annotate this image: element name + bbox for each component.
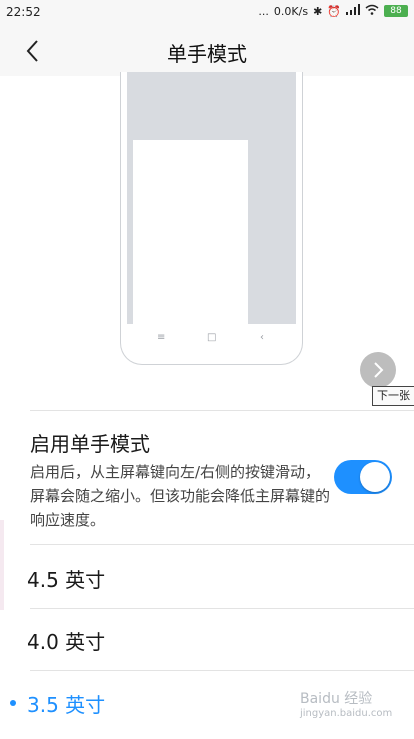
enable-title: 启用单手模式: [30, 432, 150, 456]
watermark-url: jingyan.baidu.com: [300, 708, 393, 719]
bluetooth-icon: ✱: [313, 4, 323, 18]
phone-nav-keys: ≡ □ ‹: [121, 330, 302, 352]
size-option-label: 4.0 英寸: [27, 630, 106, 654]
preview-area: ≡ □ ‹ 下一张: [0, 72, 414, 406]
baidu-watermark: Baidu 经验 jingyan.baidu.com: [300, 688, 410, 732]
next-image-button[interactable]: [360, 352, 396, 388]
chevron-right-icon: [374, 362, 384, 378]
edge-strip: [0, 520, 4, 610]
toggle-knob: [360, 462, 390, 492]
size-option-4-0[interactable]: 4.0 英寸: [0, 608, 414, 670]
enable-description: 启用后，从主屏幕键向左/右侧的按键滑动，屏幕会随之缩小。但该功能会降低主屏幕键的…: [30, 463, 331, 529]
size-option-label: 3.5 英寸: [27, 693, 106, 717]
phone-illustration: ≡ □ ‹: [120, 72, 303, 365]
status-time: 22:52: [6, 5, 41, 19]
status-icons: ... 0.0K/s ✱ ⏰ 88: [258, 4, 408, 18]
signal-icon: [346, 4, 360, 18]
back-key-icon: ‹: [260, 332, 264, 343]
selected-bullet-icon: [10, 700, 16, 706]
next-tooltip: 下一张: [372, 386, 414, 406]
network-speed: 0.0K/s: [273, 4, 309, 18]
phone-screen: [127, 72, 296, 325]
alarm-off-icon: ⏰: [327, 4, 341, 18]
status-bar: 22:52 ... 0.0K/s ✱ ⏰ 88: [0, 0, 414, 26]
app-header: 单手模式: [0, 26, 414, 76]
notification-dots: ...: [258, 4, 269, 18]
size-option-label: 4.5 英寸: [27, 568, 106, 592]
home-key-icon: □: [207, 332, 217, 343]
enable-toggle[interactable]: [334, 460, 392, 494]
size-option-4-5[interactable]: 4.5 英寸: [0, 546, 414, 608]
one-hand-window: [133, 140, 248, 325]
page-title: 单手模式: [167, 42, 247, 66]
menu-key-icon: ≡: [157, 332, 166, 343]
battery-icon: 88: [384, 5, 408, 17]
divider: [30, 544, 414, 545]
enable-one-hand-row[interactable]: 启用单手模式 启用后，从主屏幕键向左/右侧的按键滑动，屏幕会随之缩小。但该功能会…: [0, 410, 414, 544]
wifi-icon: [365, 4, 379, 18]
watermark-text: Baidu 经验: [300, 691, 373, 707]
